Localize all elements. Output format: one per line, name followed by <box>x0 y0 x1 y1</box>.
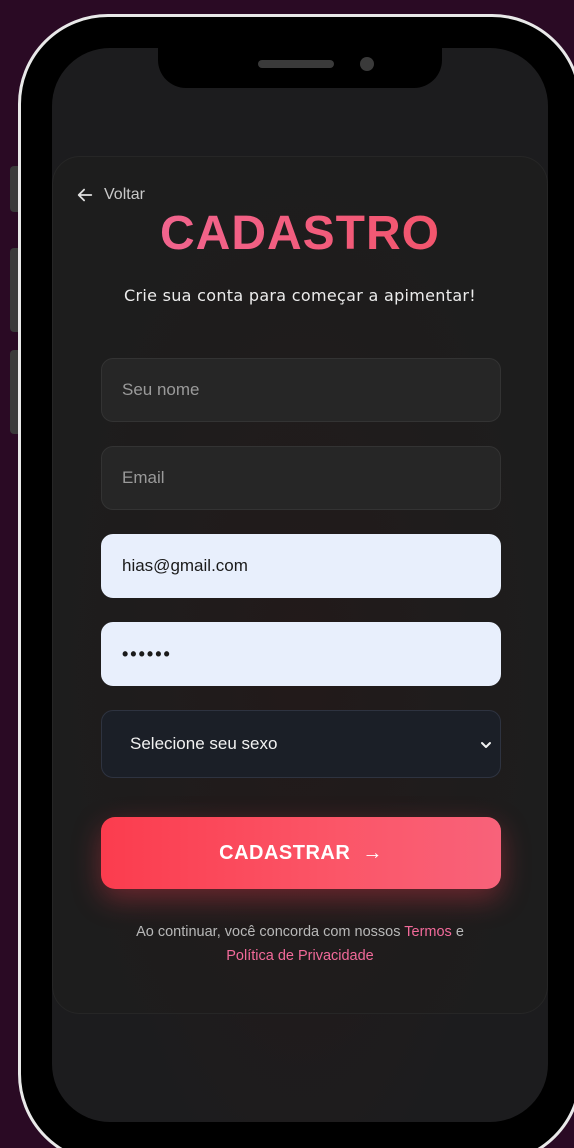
phone-mockup: Voltar CADASTRO Crie sua conta para come… <box>0 0 574 1148</box>
legal-conjunction: e <box>455 924 464 940</box>
submit-button[interactable]: CADASTRAR → <box>101 817 501 889</box>
arrow-left-icon <box>77 188 93 202</box>
terms-link[interactable]: Termos <box>404 924 452 940</box>
name-placeholder: Seu nome <box>122 380 200 399</box>
privacy-link[interactable]: Política de Privacidade <box>226 948 374 964</box>
password-value: •••••• <box>122 643 172 664</box>
email-field-filled[interactable]: hias@gmail.com <box>101 534 501 598</box>
legal-prefix: Ao continuar, você concorda com nossos <box>136 924 401 940</box>
sex-select[interactable]: Selecione seu sexo <box>101 710 501 778</box>
password-input[interactable]: •••••• <box>101 622 501 686</box>
page-title: CADASTRO <box>52 206 548 261</box>
email-value: hias@gmail.com <box>122 556 248 575</box>
back-label: Voltar <box>104 186 145 203</box>
phone-notch <box>158 48 442 88</box>
email-placeholder: Email <box>122 468 165 487</box>
front-camera <box>360 57 374 71</box>
speaker-grille <box>258 60 334 68</box>
back-button[interactable]: Voltar <box>76 186 145 204</box>
sex-select-value: Selecione seu sexo <box>130 734 278 753</box>
email-input[interactable]: Email <box>101 446 501 510</box>
name-input[interactable]: Seu nome <box>101 358 501 422</box>
submit-label: CADASTRAR <box>219 841 351 864</box>
legal-notice: Ao continuar, você concorda com nossos T… <box>90 920 510 968</box>
arrow-right-icon: → <box>362 841 383 864</box>
chevron-down-icon <box>481 742 491 748</box>
page-subtitle: Crie sua conta para começar a apimentar! <box>123 286 477 305</box>
